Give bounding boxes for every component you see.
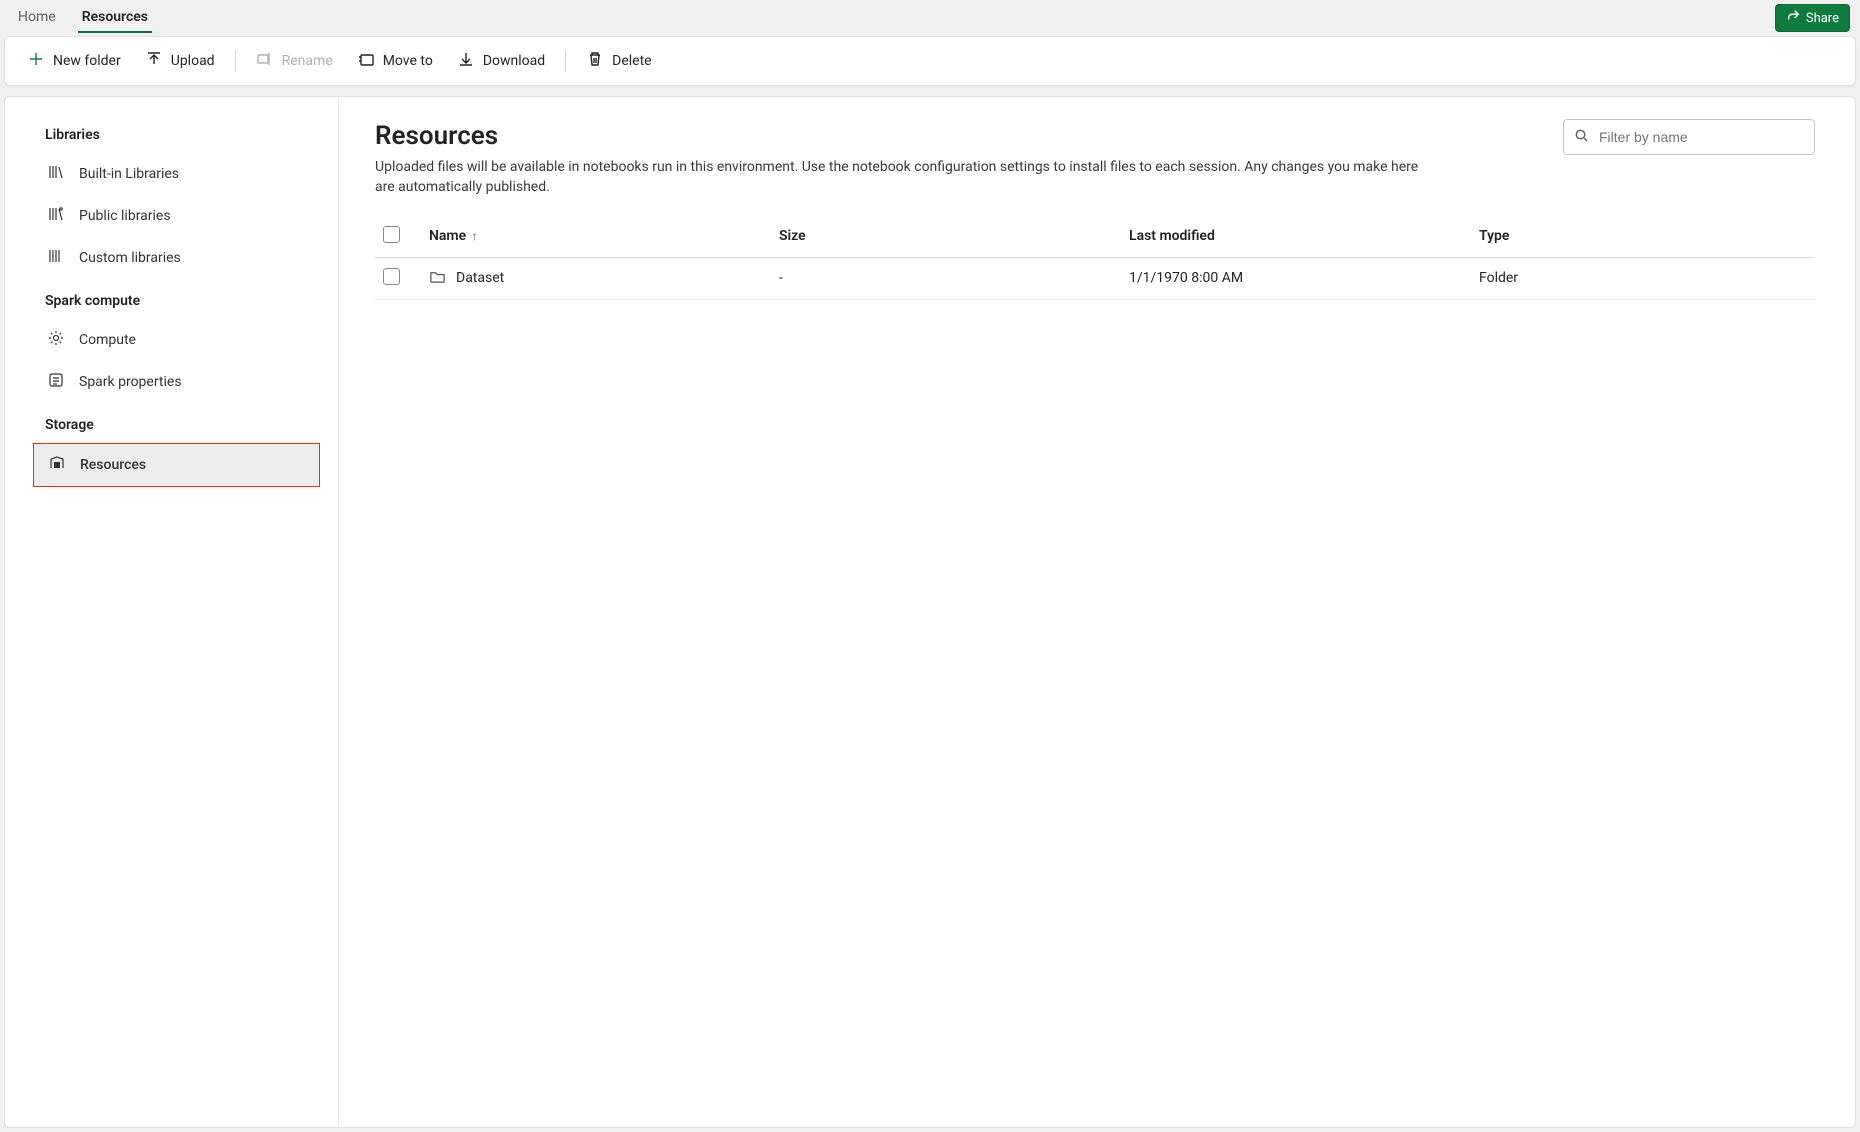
column-header-last-modified[interactable]: Last modified xyxy=(1121,216,1471,258)
page-description: Uploaded files will be available in note… xyxy=(375,157,1425,198)
topbar: Home Resources Share xyxy=(0,0,1860,36)
sidebar-item-public-libraries[interactable]: Public libraries xyxy=(5,195,338,237)
download-label: Download xyxy=(483,53,545,69)
upload-icon xyxy=(145,50,163,72)
tab-resources[interactable]: Resources xyxy=(78,3,152,33)
tab-home[interactable]: Home xyxy=(14,3,60,33)
toolbar: New folder Upload Rename Move to Downloa… xyxy=(4,36,1856,86)
sidebar-item-label: Compute xyxy=(79,332,136,348)
sidebar-item-label: Public libraries xyxy=(79,208,171,224)
move-to-button[interactable]: Move to xyxy=(347,44,443,78)
sort-asc-icon: ↑ xyxy=(472,229,478,243)
row-checkbox[interactable] xyxy=(383,268,400,285)
move-icon xyxy=(357,50,375,72)
sidebar-item-builtin-libraries[interactable]: Built-in Libraries xyxy=(5,153,338,195)
column-header-type[interactable]: Type xyxy=(1471,216,1815,258)
topbar-tabs: Home Resources xyxy=(8,3,152,33)
download-icon xyxy=(457,50,475,72)
sidebar-item-label: Custom libraries xyxy=(79,250,181,266)
folder-icon xyxy=(429,268,446,289)
custom-library-icon xyxy=(47,247,65,269)
toolbar-separator xyxy=(235,50,236,72)
download-button[interactable]: Download xyxy=(447,44,555,78)
column-select-all[interactable] xyxy=(375,216,421,258)
share-icon xyxy=(1786,9,1800,27)
upload-button[interactable]: Upload xyxy=(135,44,225,78)
sidebar-group-libraries: Libraries xyxy=(5,113,338,153)
sidebar-item-resources[interactable]: Resources xyxy=(33,443,320,487)
content: Resources Uploaded files will be availab… xyxy=(339,97,1855,1127)
row-type: Folder xyxy=(1471,257,1815,299)
rename-icon xyxy=(256,50,274,72)
share-button[interactable]: Share xyxy=(1775,4,1850,32)
row-size: - xyxy=(771,257,1121,299)
rename-label: Rename xyxy=(282,53,333,69)
sidebar-item-custom-libraries[interactable]: Custom libraries xyxy=(5,237,338,279)
delete-button[interactable]: Delete xyxy=(576,44,661,78)
resources-icon xyxy=(48,454,66,476)
delete-label: Delete xyxy=(612,53,651,69)
properties-icon xyxy=(47,371,65,393)
search-icon xyxy=(1574,128,1589,147)
column-header-name[interactable]: Name ↑ xyxy=(421,216,771,258)
move-to-label: Move to xyxy=(383,53,433,69)
filter-box[interactable] xyxy=(1563,119,1815,155)
sidebar: Libraries Built-in Libraries Public libr… xyxy=(5,97,339,1127)
sidebar-item-label: Resources xyxy=(80,457,146,473)
column-header-size[interactable]: Size xyxy=(771,216,1121,258)
sidebar-item-label: Built-in Libraries xyxy=(79,166,179,182)
sidebar-item-label: Spark properties xyxy=(79,374,182,390)
sidebar-group-spark: Spark compute xyxy=(5,279,338,319)
sidebar-item-compute[interactable]: Compute xyxy=(5,319,338,361)
resources-table: Name ↑ Size Last modified Type xyxy=(375,216,1815,300)
share-label: Share xyxy=(1806,11,1839,26)
sidebar-group-storage: Storage xyxy=(5,403,338,443)
toolbar-separator xyxy=(565,50,566,72)
trash-icon xyxy=(586,50,604,72)
rename-button[interactable]: Rename xyxy=(246,44,343,78)
filter-input[interactable] xyxy=(1597,128,1804,146)
public-library-icon xyxy=(47,205,65,227)
column-label: Name xyxy=(429,228,466,244)
plus-icon xyxy=(27,50,45,72)
checkbox-icon[interactable] xyxy=(383,226,400,243)
upload-label: Upload xyxy=(171,53,215,69)
new-folder-button[interactable]: New folder xyxy=(17,44,131,78)
new-folder-label: New folder xyxy=(53,53,121,69)
row-last-modified: 1/1/1970 8:00 AM xyxy=(1121,257,1471,299)
gear-icon xyxy=(47,329,65,351)
library-icon xyxy=(47,163,65,185)
main-split: Libraries Built-in Libraries Public libr… xyxy=(4,96,1856,1128)
sidebar-item-spark-properties[interactable]: Spark properties xyxy=(5,361,338,403)
table-row[interactable]: Dataset - 1/1/1970 8:00 AM Folder xyxy=(375,257,1815,299)
row-name: Dataset xyxy=(456,270,504,286)
